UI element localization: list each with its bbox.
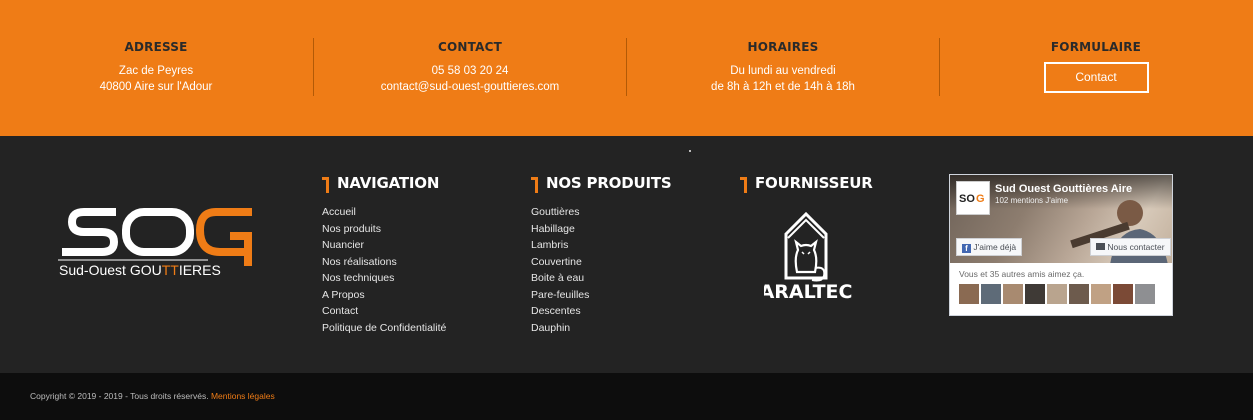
contact-email[interactable]: contact@sud-ouest-gouttieres.com (350, 79, 590, 95)
hours-block: HORAIRES Du lundi au vendredi de 8h à 12… (683, 40, 883, 95)
nav-link[interactable]: Contact (322, 303, 446, 320)
nav-link[interactable]: Accueil (322, 204, 446, 221)
friend-avatar[interactable] (959, 284, 979, 304)
nav-link[interactable]: A Propos (322, 287, 446, 304)
product-link[interactable]: Habillage (531, 221, 671, 238)
product-link[interactable]: Descentes (531, 303, 671, 320)
facebook-friends-text: Vous et 35 autres amis aimez ça. (959, 269, 1085, 279)
hours-line2: de 8h à 12h et de 14h à 18h (711, 81, 855, 93)
sog-logo[interactable]: Sud-Ouest GOUTTIERES (58, 206, 258, 280)
logo-tagline-accent: TT (162, 262, 180, 278)
address-block: ADRESSE Zac de Peyres 40800 Aire sur l'A… (86, 40, 226, 95)
friend-avatar[interactable] (981, 284, 1001, 304)
product-link[interactable]: Lambris (531, 237, 671, 254)
divider (626, 38, 627, 96)
message-icon (1096, 243, 1105, 250)
navigation-menu: NAVIGATION Accueil Nos produits Nuancier… (322, 174, 446, 336)
contact-button[interactable]: Contact (1043, 62, 1149, 93)
product-link[interactable]: Dauphin (531, 320, 671, 337)
product-link[interactable]: Boite à eau (531, 270, 671, 287)
supplier-block: FOURNISSEUR (740, 174, 873, 193)
form-title: FORMULAIRE (1050, 40, 1142, 54)
nav-link[interactable]: Nos réalisations (322, 254, 446, 271)
copyright-bar: Copyright © 2019 - 2019 - Tous droits ré… (0, 373, 1253, 420)
nav-link[interactable]: Nos techniques (322, 270, 446, 287)
product-link[interactable]: Couvertine (531, 254, 671, 271)
divider (313, 38, 314, 96)
legal-notice-link[interactable]: Mentions légales (211, 391, 275, 401)
contact-button-label: Nous contacter (1107, 242, 1165, 252)
address-line2: 40800 Aire sur l'Adour (99, 81, 213, 93)
divider (939, 38, 940, 96)
bracket-icon (740, 176, 747, 193)
supplier-title: FOURNISSEUR (755, 174, 873, 192)
nav-link[interactable]: Politique de Confidentialité (322, 320, 446, 337)
contact-phone[interactable]: 05 58 03 20 24 (350, 63, 590, 79)
friend-avatar[interactable] (1025, 284, 1045, 304)
friend-avatar[interactable] (1047, 284, 1067, 304)
svg-text:Sud-Ouest GOUTTIERES: Sud-Ouest GOUTTIERES (59, 262, 221, 278)
facebook-contact-button[interactable]: Nous contacter (1090, 238, 1171, 256)
logo-tagline-a: Sud-Ouest GOU (59, 262, 162, 278)
bracket-icon (322, 176, 329, 193)
products-list: Gouttières Habillage Lambris Couvertine … (531, 204, 671, 336)
address-title: ADRESSE (124, 40, 188, 54)
contact-title: CONTACT (438, 40, 502, 54)
like-button-label: J'aime déjà (973, 242, 1017, 252)
product-link[interactable]: Gouttières (531, 204, 671, 221)
avatar-accent: G (976, 193, 985, 205)
navigation-list: Accueil Nos produits Nuancier Nos réalis… (322, 204, 446, 336)
bracket-icon (531, 176, 538, 193)
product-link[interactable]: Pare-feuilles (531, 287, 671, 304)
nav-link[interactable]: Nuancier (322, 237, 446, 254)
copyright-label: Copyright © 2019 - 2019 - Tous droits ré… (30, 391, 209, 401)
decorative-dot (689, 150, 691, 152)
hours-title: HORAIRES (747, 40, 819, 54)
facebook-page-name[interactable]: Sud Ouest Gouttières Aire (995, 183, 1132, 195)
products-title: NOS PRODUITS (546, 174, 672, 192)
footer-main: Sud-Ouest GOUTTIERES NAVIGATION Accueil … (0, 136, 1253, 373)
logo-tagline-b: IERES (179, 262, 221, 278)
araltec-logo[interactable]: ARALTEC (764, 202, 864, 302)
products-heading: NOS PRODUITS (531, 174, 672, 193)
friend-avatar[interactable] (1091, 284, 1111, 304)
facebook-friend-faces (950, 279, 1172, 304)
friend-avatar[interactable] (1003, 284, 1023, 304)
friend-avatar[interactable] (1069, 284, 1089, 304)
nav-link[interactable]: Nos produits (322, 221, 446, 238)
friend-avatar[interactable] (1135, 284, 1155, 304)
facebook-cover: SO G Sud Ouest Gouttières Aire 102 menti… (950, 175, 1172, 263)
facebook-likes-count: 102 mentions J'aime (995, 196, 1069, 205)
facebook-widget[interactable]: SO G Sud Ouest Gouttières Aire 102 menti… (949, 174, 1173, 316)
navigation-heading: NAVIGATION (322, 174, 446, 193)
araltec-text: ARALTEC (764, 281, 852, 302)
facebook-page-avatar[interactable]: SO G (956, 181, 990, 215)
navigation-title: NAVIGATION (337, 174, 440, 192)
products-menu: NOS PRODUITS Gouttières Habillage Lambri… (531, 174, 672, 336)
address-line1: Zac de Peyres (118, 65, 194, 77)
supplier-heading: FOURNISSEUR (740, 174, 873, 193)
info-band: ADRESSE Zac de Peyres 40800 Aire sur l'A… (0, 0, 1253, 136)
facebook-like-button[interactable]: f J'aime déjà (956, 238, 1023, 256)
copyright-text: Copyright © 2019 - 2019 - Tous droits ré… (30, 391, 275, 401)
contact-block: CONTACT 05 58 03 20 24 contact@sud-ouest… (350, 40, 590, 95)
avatar-letters: SO (959, 193, 975, 205)
friend-avatar[interactable] (1113, 284, 1133, 304)
facebook-f-icon: f (962, 244, 971, 253)
hours-line1: Du lundi au vendredi (730, 65, 836, 77)
form-block: FORMULAIRE Contact (1036, 40, 1156, 93)
